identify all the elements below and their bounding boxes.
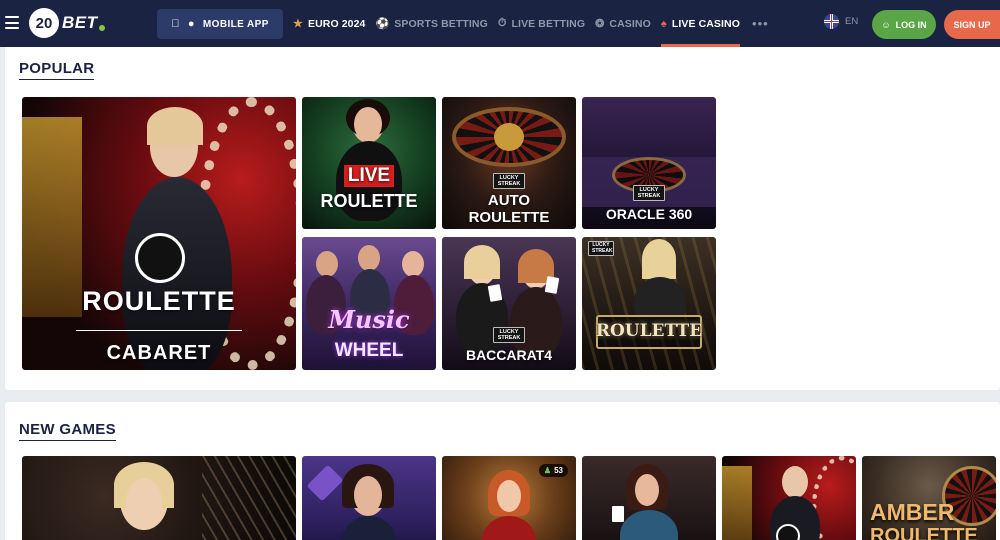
top-navbar: 20 BET  ● MOBILE APP ★ EURO 2024 ⚽ SPOR…	[0, 0, 1000, 47]
section-title-popular: POPULAR	[19, 60, 95, 80]
game-tile-auto-roulette[interactable]: LUCKY STREAK AUTO ROULETTE	[442, 97, 576, 229]
android-icon: ●	[183, 18, 195, 30]
game-tile-baccarat4[interactable]: LUCKY STREAK BACCARAT4	[442, 237, 576, 370]
game-title-line2: ROULETTE	[870, 525, 978, 540]
nav-casino[interactable]: ❂ CASINO	[595, 0, 651, 47]
game-title-line1: ROULETTE	[82, 286, 236, 316]
game-title-line2: CABARET	[106, 342, 212, 364]
game-title-line1: LIVE	[344, 165, 394, 187]
lucky-streak-badge: LUCKY STREAK	[493, 173, 525, 190]
nav-label: CASINO	[609, 17, 651, 30]
player-count-badge: ♟ 53	[538, 464, 568, 477]
game-tile-new-3[interactable]: ♟ 53	[442, 456, 576, 540]
game-title-line1: AMBER	[870, 499, 955, 525]
lucky-streak-badge: LUCKY STREAK	[633, 185, 665, 202]
game-title-line2: WHEEL	[334, 340, 404, 361]
game-title-line1: AUTO	[487, 192, 531, 209]
game-title-line1: Music	[328, 305, 410, 334]
user-icon: ☺	[881, 19, 891, 30]
signup-button[interactable]: SIGN UP	[944, 10, 1000, 39]
nav-live-casino[interactable]: ♠ LIVE CASINO	[660, 0, 741, 47]
section-title-new-games: NEW GAMES	[19, 421, 116, 441]
game-title-line2: ROULETTE	[320, 191, 418, 211]
logo-number: 20	[29, 8, 59, 38]
mobile-app-label: MOBILE APP	[198, 18, 268, 30]
game-tile-oracle-360[interactable]: LUCKY STREAK ORACLE 360	[582, 97, 716, 229]
lucky-streak-badge: LUCKY STREAK	[493, 327, 525, 344]
nav-label: LIVE CASINO	[671, 17, 741, 30]
site-logo[interactable]: 20 BET	[29, 7, 105, 39]
game-title-line1: ROULETTE	[595, 321, 703, 341]
more-menu-icon[interactable]: •••	[752, 16, 769, 31]
game-tile-new-4[interactable]	[582, 456, 716, 540]
game-tile-roulette-cabaret[interactable]: ROULETTE CABARET	[22, 97, 296, 370]
game-tile-new-6-amber-roulette[interactable]: AMBER ROULETTE	[862, 456, 996, 540]
roulette-wheel-icon: ❂	[595, 18, 605, 30]
trophy-icon: ★	[293, 18, 303, 30]
mobile-app-button[interactable]:  ● MOBILE APP	[157, 9, 283, 39]
game-tile-music-wheel[interactable]: Music WHEEL	[302, 237, 436, 370]
game-tile-new-1[interactable]	[22, 456, 296, 540]
login-button[interactable]: ☺ LOG IN	[872, 10, 936, 39]
logo-text: BET	[62, 13, 98, 32]
stopwatch-icon: ⏱	[497, 17, 507, 29]
game-title-line1: ORACLE 360	[605, 206, 693, 222]
nav-label: EURO 2024	[307, 17, 366, 30]
uk-flag-icon	[824, 14, 839, 29]
game-tile-new-5[interactable]	[722, 456, 856, 540]
lucky-streak-badge: LUCKY STREAK	[588, 241, 614, 256]
game-title-line2: ROULETTE	[468, 209, 550, 226]
signup-label: SIGN UP	[953, 19, 991, 30]
nav-euro-2024[interactable]: ★ EURO 2024	[293, 0, 365, 47]
game-title-line1: BACCARAT4	[465, 347, 553, 363]
players-icon: ♟	[543, 466, 552, 475]
login-label: LOG IN	[895, 19, 927, 30]
soccer-ball-icon: ⚽	[375, 18, 390, 30]
apple-icon: 	[171, 18, 180, 30]
nav-label: LIVE BETTING	[511, 17, 586, 30]
main-nav: ★ EURO 2024 ⚽ SPORTS BETTING ⏱ LIVE BETT…	[293, 0, 769, 47]
cards-icon: ♠	[660, 17, 667, 30]
language-label: EN	[845, 16, 859, 27]
game-tile-new-2[interactable]	[302, 456, 436, 540]
hamburger-menu-icon[interactable]	[5, 16, 19, 29]
nav-sports-betting[interactable]: ⚽ SPORTS BETTING	[375, 0, 487, 47]
language-selector[interactable]: EN	[824, 14, 858, 29]
game-tile-live-roulette[interactable]: LIVE ROULETTE	[302, 97, 436, 229]
game-tile-lucky-streak-roulette[interactable]: LUCKY STREAK ROULETTE	[582, 237, 716, 370]
nav-label: SPORTS BETTING	[394, 17, 488, 30]
logo-dot	[98, 25, 105, 31]
nav-live-betting[interactable]: ⏱ LIVE BETTING	[498, 0, 585, 47]
player-count: 53	[554, 466, 563, 475]
popular-section: POPULAR ROULETTE CABARET LIVE ROULETTE L…	[5, 47, 1000, 390]
new-games-section: NEW GAMES ♟ 53 AMBER ROULETTE	[5, 402, 1000, 540]
